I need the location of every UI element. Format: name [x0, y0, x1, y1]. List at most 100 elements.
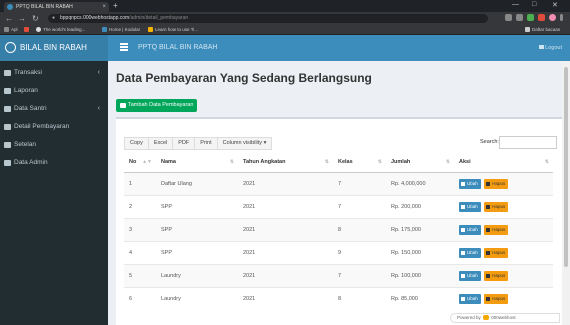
brand[interactable]: BILAL BIN RABAH [0, 35, 108, 61]
maximize-icon[interactable]: □ [532, 1, 536, 8]
excel-button[interactable]: Excel [147, 137, 174, 150]
lock-icon: ● [52, 15, 56, 21]
sidebar-item-laporan[interactable]: Laporan [0, 82, 108, 100]
star-icon[interactable] [516, 14, 523, 21]
chevron-left-icon: ‹ [97, 105, 100, 112]
edit-button[interactable]: Ubah [459, 247, 481, 258]
column-header-jumlah[interactable]: Jumlah ⇅ [386, 153, 454, 173]
share-icon[interactable] [505, 14, 512, 21]
delete-button[interactable]: Hapus [484, 293, 509, 304]
cell-jumlah: Rp. 85,000 [386, 286, 454, 310]
sidebar-item-data-santri[interactable]: Data Santri ‹ [0, 100, 108, 118]
logo-icon [5, 42, 16, 53]
column-header-tahun-angkatan[interactable]: Tahun Angkatan ⇅ [238, 153, 333, 173]
edit-icon [461, 204, 465, 209]
bookmark-github[interactable]: The world's leading... [36, 26, 85, 34]
bookmark-learn[interactable]: Learn how to use Ti... [148, 26, 198, 34]
extension-icon[interactable] [538, 14, 545, 21]
sidebar-item-label: Setelan [14, 141, 37, 148]
table-row: 4 SPP 2021 9 Rp. 150,000 Ubah Hapus [124, 240, 553, 264]
sidebar-item-label: Data Admin [14, 159, 48, 166]
close-window-icon[interactable]: ✕ [552, 1, 558, 9]
column-header-no[interactable]: No ▲▼ [124, 153, 156, 173]
delete-button[interactable]: Hapus [484, 178, 509, 189]
edit-icon [461, 273, 465, 278]
column-header-nama[interactable]: Nama ⇅ [156, 153, 238, 173]
column-visibility-button[interactable]: Column visibility ▾ [216, 137, 273, 150]
browser-tab[interactable]: PPTQ BILAL BIN RABAH × [4, 2, 109, 12]
sidebar-item-data-admin[interactable]: Data Admin [0, 154, 108, 172]
sidebar-item-setelan[interactable]: Setelan [0, 136, 108, 154]
edit-button[interactable]: Ubah [459, 201, 481, 212]
edit-button[interactable]: Ubah [459, 224, 481, 235]
column-header-kelas[interactable]: Kelas ⇅ [333, 153, 386, 173]
cell-nama: SPP [156, 194, 238, 218]
url-field[interactable]: ● bppqnpcs.000webhostapp.com/admin/detai… [48, 14, 488, 23]
edit-button[interactable]: Ubah [459, 293, 481, 304]
sidebar-item-label: Transaksi [14, 69, 42, 76]
cell-jumlah: Rp. 150,000 [386, 240, 454, 264]
copy-button[interactable]: Copy [124, 137, 149, 150]
new-tab-button[interactable]: + [113, 1, 118, 10]
page-scrollbar[interactable] [562, 61, 570, 325]
back-icon[interactable]: ← [5, 13, 13, 24]
reload-icon[interactable]: ↻ [32, 13, 39, 24]
trash-icon [486, 204, 491, 209]
cell-aksi: Ubah Hapus [454, 263, 553, 287]
cell-aksi: Ubah Hapus [454, 171, 553, 195]
menu-icon[interactable] [560, 14, 563, 21]
edit-button[interactable]: Ubah [459, 178, 481, 189]
cell-no: 2 [124, 194, 156, 218]
pdf-button[interactable]: PDF [172, 137, 196, 150]
scrollbar-thumb[interactable] [564, 67, 568, 267]
reading-list[interactable]: Daftar bacaan [525, 26, 560, 34]
powered-by-badge[interactable]: Powered by 000webhost [450, 313, 560, 323]
bookmark-gmail[interactable] [24, 26, 31, 34]
logout-button[interactable]: Logout [539, 35, 562, 61]
page-title: Data Pembayaran Yang Sedang Berlangsung [116, 71, 372, 85]
upload-icon [4, 70, 11, 76]
sidebar-item-detail-pembayaran[interactable]: Detail Pembayaran [0, 118, 108, 136]
profile-avatar[interactable] [549, 14, 556, 21]
extension-icon[interactable] [527, 14, 534, 21]
cell-tahun: 2021 [238, 171, 333, 195]
bookmarks-bar: Apl The world's leading... Home | Kodula… [0, 25, 570, 35]
delete-button[interactable]: Hapus [484, 270, 509, 281]
trash-icon [486, 181, 491, 186]
delete-button[interactable]: Hapus [484, 201, 509, 212]
bookmark-apps[interactable]: Apl [4, 26, 18, 34]
book-icon [4, 88, 11, 94]
search-input[interactable] [499, 136, 557, 149]
hamburger-menu-icon[interactable] [120, 43, 128, 51]
forward-icon[interactable]: → [18, 13, 26, 24]
cell-no: 4 [124, 240, 156, 264]
delete-button[interactable]: Hapus [484, 224, 509, 235]
cell-kelas: 7 [333, 171, 386, 195]
print-button[interactable]: Print [194, 137, 218, 150]
cell-tahun: 2021 [238, 194, 333, 218]
edit-icon [461, 181, 465, 186]
export-buttons: Copy Excel PDF Print Column visibility ▾ [124, 137, 273, 150]
cell-nama: SPP [156, 240, 238, 264]
cell-no: 1 [124, 171, 156, 195]
trash-icon [486, 250, 491, 255]
table-body: 1 Daftar Ulang 2021 7 Rp. 4,000,000 Ubah… [124, 171, 553, 310]
sidebar: BILAL BIN RABAH Transaksi ‹ Laporan Data… [0, 35, 108, 325]
upload-icon [4, 106, 11, 112]
bookmark-icon [148, 27, 153, 32]
edit-button[interactable]: Ubah [459, 270, 481, 281]
delete-button[interactable]: Hapus [484, 247, 509, 258]
bookmark-kodular[interactable]: Home | Kodular [102, 26, 140, 34]
column-header-aksi[interactable]: Aksi ⇅ [454, 153, 553, 173]
cell-aksi: Ubah Hapus [454, 240, 553, 264]
tab-title: PPTQ BILAL BIN RABAH [16, 4, 73, 10]
sort-icon: ⇅ [544, 159, 549, 165]
close-tab-icon[interactable]: × [102, 2, 106, 12]
sidebar-item-transaksi[interactable]: Transaksi ‹ [0, 64, 108, 82]
sort-icon: ⇅ [324, 159, 329, 165]
add-payment-button[interactable]: Tambah Data Pembayaran [116, 99, 198, 112]
cell-aksi: Ubah Hapus [454, 194, 553, 218]
cell-tahun: 2021 [238, 217, 333, 241]
minimize-icon[interactable]: — [512, 1, 519, 8]
cell-jumlah: Rp. 4,000,000 [386, 171, 454, 195]
